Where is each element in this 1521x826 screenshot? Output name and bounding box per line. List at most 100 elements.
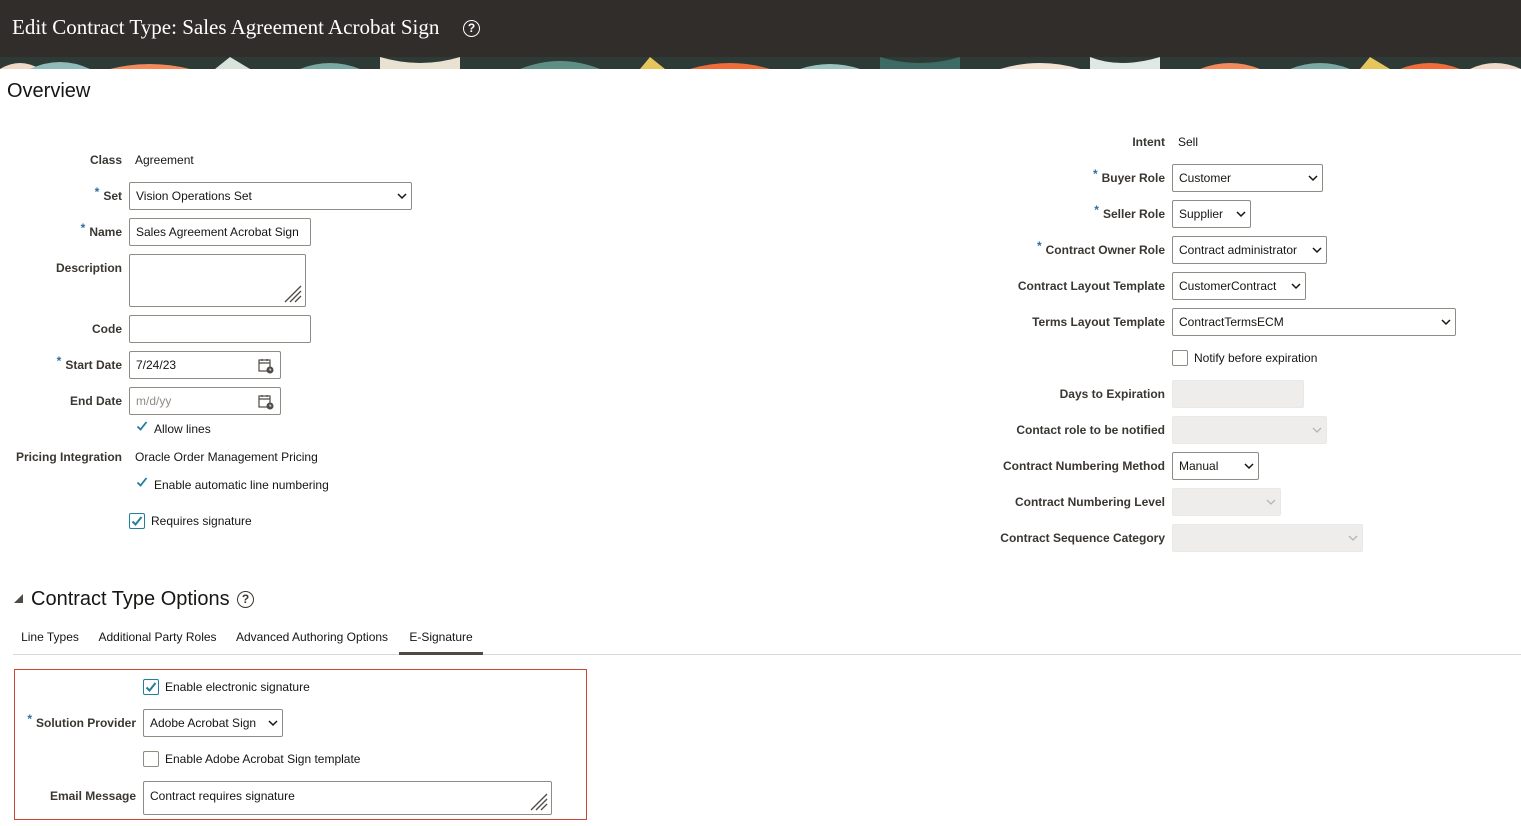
section-title: Contract Type Options <box>31 588 230 610</box>
chevron-down-icon <box>268 718 278 728</box>
description-label: Description <box>55 261 122 275</box>
contract-layout-template-label: Contract Layout Template <box>1017 279 1165 293</box>
numbering-method-label: Contract Numbering Method <box>1003 459 1165 473</box>
notify-before-expiration-label: Notify before expiration <box>1194 351 1318 365</box>
options-tabs: Line Types Additional Party Roles Advanc… <box>13 622 1521 655</box>
email-message-label: Email Message <box>49 789 136 803</box>
seller-role-value: Supplier <box>1179 207 1224 221</box>
required-marker: * <box>80 221 86 235</box>
resize-grip-icon[interactable] <box>281 282 303 304</box>
end-date-input[interactable]: m/d/yy <box>129 387 281 415</box>
collapse-triangle-icon[interactable] <box>13 593 24 604</box>
required-marker: * <box>1092 167 1098 181</box>
name-input[interactable]: Sales Agreement Acrobat Sign <box>129 218 311 246</box>
solution-provider-select[interactable]: Adobe Acrobat Sign <box>143 709 283 737</box>
sequence-category-select <box>1172 524 1363 552</box>
terms-layout-template-value: ContractTermsECM <box>1179 315 1284 329</box>
sequence-category-label: Contract Sequence Category <box>1000 531 1165 545</box>
contract-owner-role-select[interactable]: Contract administrator <box>1172 236 1327 264</box>
seller-role-label-text: Seller Role <box>1102 207 1165 221</box>
seller-role-label: * Seller Role <box>900 203 1165 221</box>
days-to-expiration-input <box>1172 380 1304 408</box>
solution-provider-label: * Solution Provider <box>14 712 136 730</box>
allow-lines-label: Allow lines <box>154 422 211 436</box>
intent-value: Sell <box>1178 135 1199 149</box>
chevron-down-icon <box>1236 209 1246 219</box>
help-icon[interactable]: ? <box>463 20 480 37</box>
chevron-down-icon <box>1291 281 1301 291</box>
contract-owner-role-label-text: Contract Owner Role <box>1045 243 1165 257</box>
numbering-level-select <box>1172 488 1281 516</box>
chevron-down-icon <box>1266 497 1276 507</box>
numbering-method-select[interactable]: Manual <box>1172 452 1259 480</box>
name-label-text: Name <box>89 225 122 239</box>
tab-line-types[interactable]: Line Types <box>13 622 87 655</box>
contract-owner-role-value: Contract administrator <box>1179 243 1298 257</box>
tab-advanced-authoring-options[interactable]: Advanced Authoring Options <box>230 622 394 655</box>
checkmark-icon <box>136 420 148 432</box>
email-message-textarea[interactable]: Contract requires signature <box>143 781 552 815</box>
tab-additional-party-roles[interactable]: Additional Party Roles <box>93 622 222 655</box>
chevron-down-icon <box>1312 425 1322 435</box>
buyer-role-label-text: Buyer Role <box>1101 171 1165 185</box>
email-message-value: Contract requires signature <box>150 789 295 803</box>
contract-owner-role-label: * Contract Owner Role <box>900 239 1165 257</box>
solution-provider-label-text: Solution Provider <box>35 716 136 730</box>
decorative-banner <box>0 57 1521 69</box>
intent-label: Intent <box>1132 135 1165 149</box>
page-title: Edit Contract Type: Sales Agreement Acro… <box>12 15 440 39</box>
enable-electronic-signature-checkbox[interactable] <box>143 679 159 695</box>
chevron-down-icon <box>397 191 407 201</box>
contact-role-select <box>1172 416 1327 444</box>
requires-signature-label: Requires signature <box>151 514 252 528</box>
required-marker: * <box>1036 239 1042 253</box>
set-select[interactable]: Vision Operations Set <box>129 182 412 210</box>
notify-before-expiration-checkbox[interactable] <box>1172 350 1188 366</box>
start-date-label-text: Start Date <box>65 358 122 372</box>
code-input[interactable] <box>129 315 311 343</box>
calendar-icon[interactable] <box>258 357 274 374</box>
chevron-down-icon <box>1312 245 1322 255</box>
seller-role-select[interactable]: Supplier <box>1172 200 1251 228</box>
terms-layout-template-select[interactable]: ContractTermsECM <box>1172 308 1456 336</box>
overview-heading: Overview <box>7 80 91 102</box>
page-header: Edit Contract Type: Sales Agreement Acro… <box>0 0 1521 57</box>
set-label-text: Set <box>103 189 122 203</box>
resize-grip-icon[interactable] <box>527 790 549 812</box>
requires-signature-checkbox[interactable] <box>129 513 145 529</box>
required-marker: * <box>94 185 100 199</box>
required-marker: * <box>1094 203 1099 217</box>
pricing-integration-value: Oracle Order Management Pricing <box>135 450 318 464</box>
description-textarea[interactable] <box>129 254 306 307</box>
solution-provider-value: Adobe Acrobat Sign <box>150 716 257 730</box>
class-label: Class <box>89 153 122 167</box>
tab-e-signature[interactable]: E-Signature <box>399 622 483 655</box>
end-date-label: End Date <box>69 394 122 408</box>
name-label: * Name <box>0 221 122 239</box>
chevron-down-icon <box>1308 173 1318 183</box>
end-date-placeholder: m/d/yy <box>136 394 172 408</box>
numbering-method-value: Manual <box>1179 459 1219 473</box>
chevron-down-icon <box>1244 461 1254 471</box>
enable-acrobat-sign-template-label: Enable Adobe Acrobat Sign template <box>165 752 361 766</box>
enable-acrobat-sign-template-checkbox[interactable] <box>143 751 159 767</box>
start-date-input[interactable]: 7/24/23 <box>129 351 281 379</box>
set-label: * Set <box>0 185 122 203</box>
pricing-integration-label: Pricing Integration <box>15 450 122 464</box>
contact-role-label: Contact role to be notified <box>1016 423 1165 437</box>
buyer-role-select[interactable]: Customer <box>1172 164 1323 192</box>
calendar-icon[interactable] <box>258 393 274 410</box>
contract-layout-template-value: CustomerContract <box>1179 279 1277 293</box>
days-to-expiration-label: Days to Expiration <box>1059 387 1165 401</box>
class-value: Agreement <box>135 153 194 167</box>
terms-layout-template-label: Terms Layout Template <box>1032 315 1165 329</box>
enable-electronic-signature-label: Enable electronic signature <box>165 680 310 694</box>
checkmark-icon <box>136 476 148 488</box>
code-label: Code <box>92 322 122 336</box>
chevron-down-icon <box>1348 533 1358 543</box>
help-icon[interactable]: ? <box>237 591 254 608</box>
buyer-role-value: Customer <box>1179 171 1232 185</box>
numbering-level-label: Contract Numbering Level <box>1014 495 1165 509</box>
contract-layout-template-select[interactable]: CustomerContract <box>1172 272 1306 300</box>
start-date-value: 7/24/23 <box>136 358 177 372</box>
